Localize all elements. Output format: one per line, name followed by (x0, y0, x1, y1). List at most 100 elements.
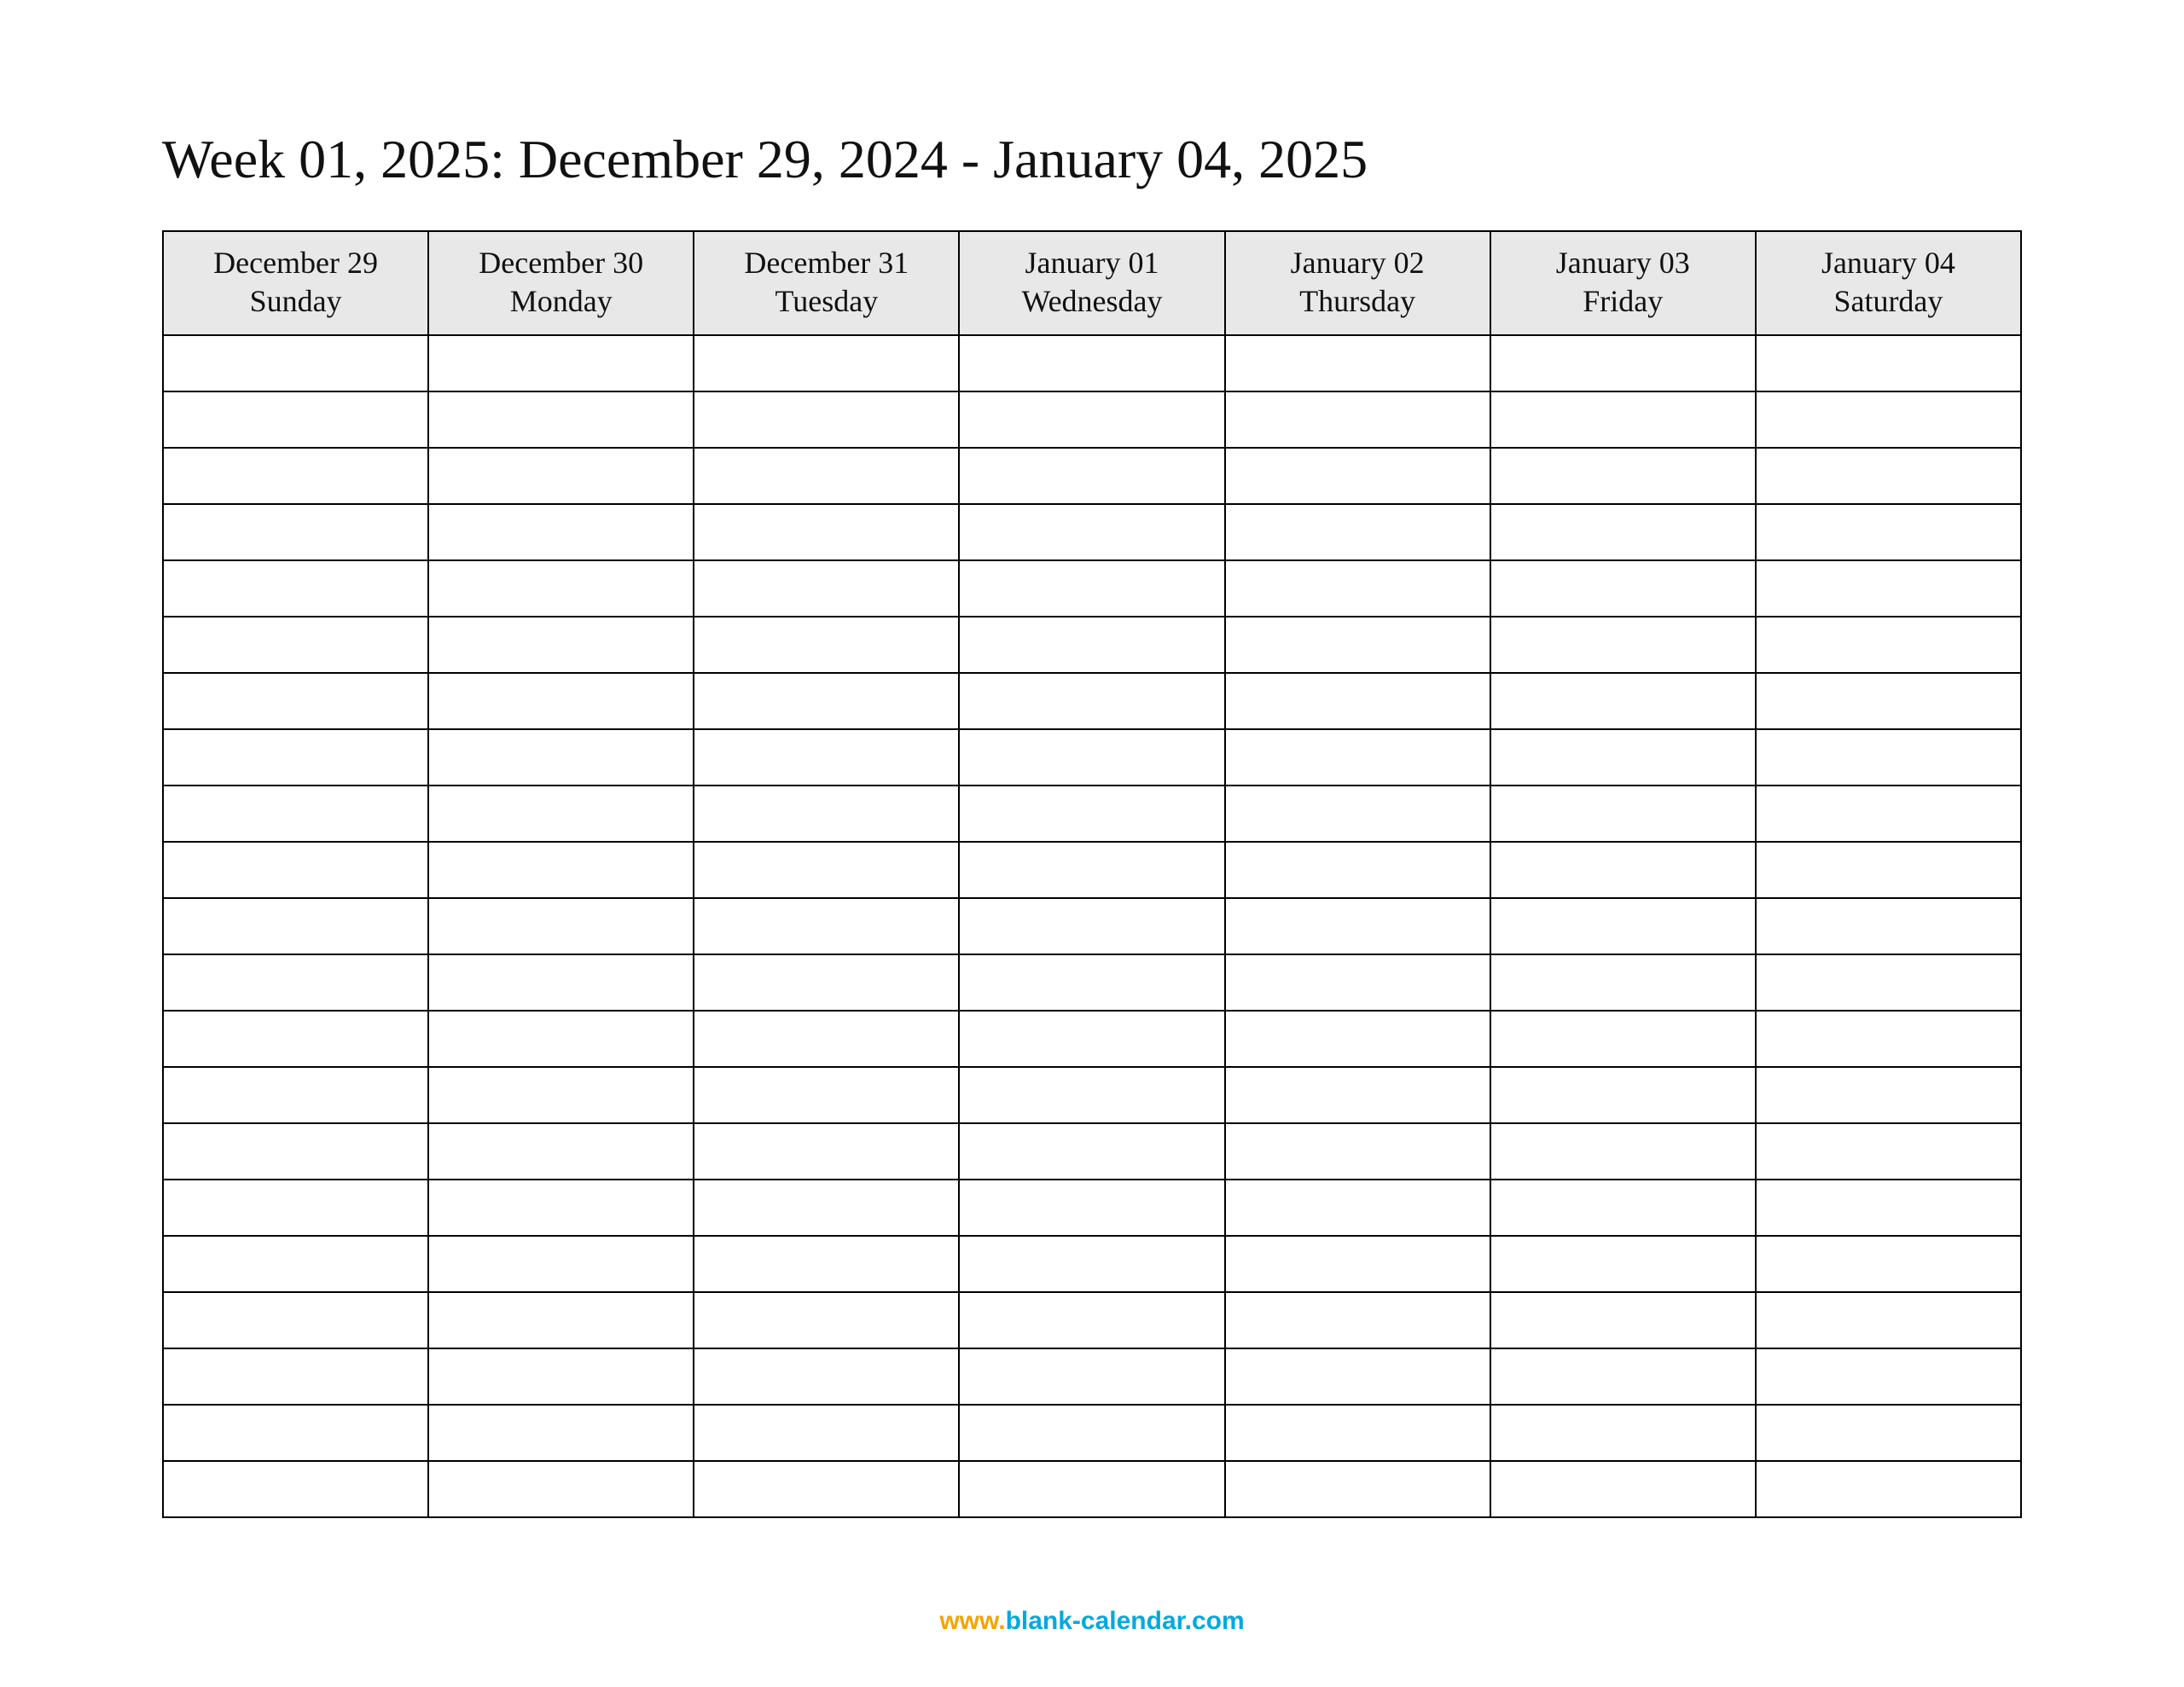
calendar-cell[interactable] (428, 1067, 694, 1123)
calendar-cell[interactable] (1225, 729, 1490, 786)
calendar-cell[interactable] (959, 1461, 1224, 1517)
footer-link[interactable]: www.blank-calendar.com (0, 1607, 2184, 1636)
calendar-cell[interactable] (959, 898, 1224, 954)
calendar-cell[interactable] (1225, 1180, 1490, 1236)
calendar-cell[interactable] (163, 335, 428, 391)
calendar-cell[interactable] (1225, 504, 1490, 560)
calendar-cell[interactable] (1225, 1123, 1490, 1180)
calendar-cell[interactable] (1490, 1348, 1756, 1405)
calendar-cell[interactable] (959, 1405, 1224, 1461)
calendar-cell[interactable] (1756, 448, 2021, 504)
calendar-cell[interactable] (959, 673, 1224, 729)
calendar-cell[interactable] (428, 335, 694, 391)
calendar-cell[interactable] (428, 954, 694, 1011)
calendar-cell[interactable] (163, 1180, 428, 1236)
calendar-cell[interactable] (1490, 954, 1756, 1011)
calendar-cell[interactable] (163, 1405, 428, 1461)
calendar-cell[interactable] (694, 954, 959, 1011)
calendar-cell[interactable] (163, 504, 428, 560)
calendar-cell[interactable] (1756, 1461, 2021, 1517)
calendar-cell[interactable] (694, 391, 959, 448)
calendar-cell[interactable] (1490, 560, 1756, 617)
calendar-cell[interactable] (1490, 1180, 1756, 1236)
calendar-cell[interactable] (1490, 1292, 1756, 1348)
calendar-cell[interactable] (163, 1067, 428, 1123)
calendar-cell[interactable] (959, 954, 1224, 1011)
calendar-cell[interactable] (1756, 898, 2021, 954)
calendar-cell[interactable] (959, 448, 1224, 504)
calendar-cell[interactable] (959, 1292, 1224, 1348)
calendar-cell[interactable] (1225, 1067, 1490, 1123)
calendar-cell[interactable] (694, 560, 959, 617)
calendar-cell[interactable] (428, 842, 694, 898)
calendar-cell[interactable] (428, 898, 694, 954)
calendar-cell[interactable] (1490, 617, 1756, 673)
calendar-cell[interactable] (1490, 729, 1756, 786)
calendar-cell[interactable] (694, 729, 959, 786)
calendar-cell[interactable] (163, 1292, 428, 1348)
calendar-cell[interactable] (428, 504, 694, 560)
calendar-cell[interactable] (163, 1348, 428, 1405)
calendar-cell[interactable] (163, 842, 428, 898)
calendar-cell[interactable] (163, 786, 428, 842)
calendar-cell[interactable] (163, 391, 428, 448)
calendar-cell[interactable] (959, 786, 1224, 842)
calendar-cell[interactable] (1225, 842, 1490, 898)
calendar-cell[interactable] (428, 617, 694, 673)
calendar-cell[interactable] (428, 786, 694, 842)
calendar-cell[interactable] (959, 729, 1224, 786)
calendar-cell[interactable] (1490, 1461, 1756, 1517)
calendar-cell[interactable] (694, 842, 959, 898)
calendar-cell[interactable] (163, 560, 428, 617)
calendar-cell[interactable] (428, 1236, 694, 1292)
calendar-cell[interactable] (1490, 673, 1756, 729)
calendar-cell[interactable] (959, 1180, 1224, 1236)
calendar-cell[interactable] (1756, 673, 2021, 729)
calendar-cell[interactable] (1225, 1292, 1490, 1348)
calendar-cell[interactable] (694, 617, 959, 673)
calendar-cell[interactable] (694, 1461, 959, 1517)
calendar-cell[interactable] (1756, 786, 2021, 842)
calendar-cell[interactable] (1756, 1405, 2021, 1461)
calendar-cell[interactable] (694, 335, 959, 391)
calendar-cell[interactable] (163, 898, 428, 954)
calendar-cell[interactable] (1756, 1123, 2021, 1180)
calendar-cell[interactable] (1225, 1348, 1490, 1405)
calendar-cell[interactable] (163, 1461, 428, 1517)
calendar-cell[interactable] (1490, 1067, 1756, 1123)
calendar-cell[interactable] (1225, 448, 1490, 504)
calendar-cell[interactable] (428, 729, 694, 786)
calendar-cell[interactable] (694, 1123, 959, 1180)
calendar-cell[interactable] (1756, 504, 2021, 560)
calendar-cell[interactable] (163, 448, 428, 504)
calendar-cell[interactable] (428, 1405, 694, 1461)
calendar-cell[interactable] (1756, 954, 2021, 1011)
calendar-cell[interactable] (694, 1180, 959, 1236)
calendar-cell[interactable] (1490, 842, 1756, 898)
calendar-cell[interactable] (1490, 1236, 1756, 1292)
calendar-cell[interactable] (1756, 1180, 2021, 1236)
calendar-cell[interactable] (694, 786, 959, 842)
calendar-cell[interactable] (163, 673, 428, 729)
calendar-cell[interactable] (694, 1011, 959, 1067)
calendar-cell[interactable] (1756, 1292, 2021, 1348)
calendar-cell[interactable] (163, 617, 428, 673)
calendar-cell[interactable] (428, 1180, 694, 1236)
calendar-cell[interactable] (959, 1067, 1224, 1123)
calendar-cell[interactable] (959, 335, 1224, 391)
calendar-cell[interactable] (694, 1292, 959, 1348)
calendar-cell[interactable] (694, 448, 959, 504)
calendar-cell[interactable] (1756, 335, 2021, 391)
calendar-cell[interactable] (1756, 842, 2021, 898)
calendar-cell[interactable] (163, 729, 428, 786)
calendar-cell[interactable] (959, 1348, 1224, 1405)
calendar-cell[interactable] (1756, 729, 2021, 786)
calendar-cell[interactable] (1490, 335, 1756, 391)
calendar-cell[interactable] (1225, 786, 1490, 842)
calendar-cell[interactable] (1225, 617, 1490, 673)
calendar-cell[interactable] (163, 1236, 428, 1292)
calendar-cell[interactable] (1756, 391, 2021, 448)
calendar-cell[interactable] (1225, 1236, 1490, 1292)
calendar-cell[interactable] (1490, 504, 1756, 560)
calendar-cell[interactable] (428, 1461, 694, 1517)
